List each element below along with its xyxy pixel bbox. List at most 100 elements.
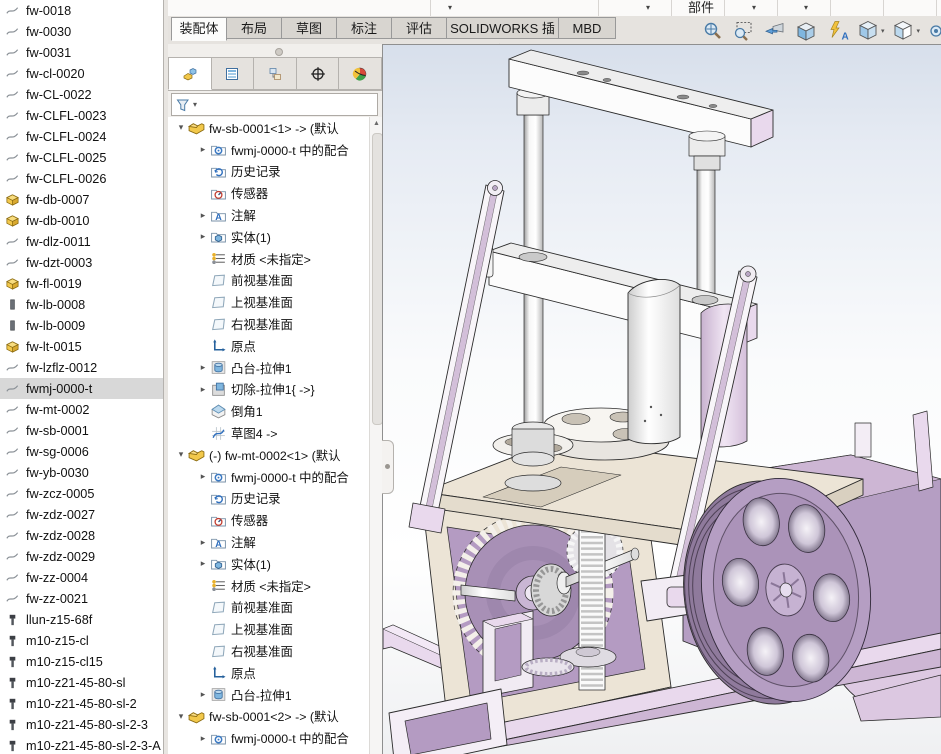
display-style-button[interactable]: ▾ <box>891 19 920 43</box>
file-list-item[interactable]: fw-db-0007 <box>0 189 163 210</box>
tree-item[interactable]: ▸fwmj-0000-t 中的配合 <box>168 727 369 749</box>
tree-item[interactable]: 历史记录 <box>168 488 369 510</box>
tree-item[interactable]: ▸实体(1) <box>168 226 369 248</box>
displaymanager-tab[interactable] <box>339 57 382 90</box>
tree-item[interactable]: 历史记录 <box>168 161 369 183</box>
assembly-model[interactable] <box>383 45 941 754</box>
tree-item[interactable]: ▸切除-拉伸1{ ->} <box>168 379 369 401</box>
expand-arrow[interactable]: ▾ <box>174 449 188 460</box>
command-tab-4[interactable]: 标注 <box>337 17 392 39</box>
dropdown-arrow[interactable]: ▾ <box>752 3 756 12</box>
file-list-item[interactable]: fw-CLFL-0024 <box>0 126 163 147</box>
tree-item[interactable]: 前视基准面 <box>168 270 369 292</box>
tree-item[interactable]: 材质 <未指定> <box>168 575 369 597</box>
file-list-item[interactable]: fw-zz-0021 <box>0 588 163 609</box>
graphics-viewport[interactable] <box>382 44 941 754</box>
tree-scrollbar[interactable]: ▲ <box>369 117 383 754</box>
expand-arrow[interactable]: ▸ <box>196 231 210 242</box>
panel-splitter-strip[interactable] <box>168 44 382 57</box>
file-list-item[interactable]: fw-sb-0001 <box>0 420 163 441</box>
file-list-item[interactable]: m10-z15-cl <box>0 630 163 651</box>
tree-item[interactable]: 右视基准面 <box>168 313 369 335</box>
tree-item[interactable]: ▾fw-sb-0001<2> -> (默认 <box>168 706 369 728</box>
filter-funnel-icon[interactable] <box>175 97 191 113</box>
command-tab-7[interactable]: MBD <box>559 17 616 39</box>
expand-arrow[interactable]: ▾ <box>174 122 188 133</box>
tree-item[interactable]: ▸fwmj-0000-t 中的配合 <box>168 466 369 488</box>
file-list-item[interactable]: fw-cl-0020 <box>0 63 163 84</box>
tree-item[interactable]: 草图4 -> <box>168 422 369 444</box>
dropdown-arrow[interactable]: ▾ <box>804 3 808 12</box>
zoom-to-fit-button[interactable] <box>701 19 725 43</box>
expand-arrow[interactable]: ▸ <box>196 210 210 221</box>
tree-item[interactable]: 材质 <未指定> <box>168 248 369 270</box>
tree-item[interactable]: ▸A注解 <box>168 531 369 553</box>
tree-item[interactable]: ▸A注解 <box>168 204 369 226</box>
expand-arrow[interactable]: ▾ <box>174 711 188 722</box>
expand-arrow[interactable]: ▸ <box>196 471 210 482</box>
previous-view-button[interactable] <box>763 19 787 43</box>
file-list-item[interactable]: fw-db-0010 <box>0 210 163 231</box>
tree-item[interactable]: 上视基准面 <box>168 618 369 640</box>
file-list-item[interactable]: fw-lt-0015 <box>0 336 163 357</box>
dropdown-arrow[interactable]: ▾ <box>881 27 885 35</box>
command-tab-3[interactable]: 草图 <box>282 17 337 39</box>
expand-arrow[interactable]: ▸ <box>196 558 210 569</box>
filter-dropdown-arrow[interactable]: ▾ <box>193 100 197 109</box>
dropdown-arrow[interactable]: ▾ <box>448 3 452 12</box>
file-list-item[interactable]: m10-z21-45-80-sl-2 <box>0 693 163 714</box>
command-tab-5[interactable]: 评估 <box>392 17 447 39</box>
file-list-item[interactable]: fw-lb-0008 <box>0 294 163 315</box>
file-list-item[interactable]: fw-zz-0004 <box>0 567 163 588</box>
tree-item[interactable]: ▾(-) fw-mt-0002<1> (默认 <box>168 444 369 466</box>
hide-show-items-button[interactable] <box>927 19 941 43</box>
file-list-item[interactable]: fw-dzt-0003 <box>0 252 163 273</box>
expand-arrow[interactable]: ▸ <box>196 362 210 373</box>
file-list-item[interactable]: fw-zdz-0027 <box>0 504 163 525</box>
file-list-item[interactable]: fw-fl-0019 <box>0 273 163 294</box>
expand-arrow[interactable]: ▸ <box>196 537 210 548</box>
dropdown-arrow[interactable]: ▾ <box>646 3 650 12</box>
file-list-item[interactable]: fw-yb-0030 <box>0 462 163 483</box>
tree-item[interactable]: ▸凸台-拉伸1 <box>168 357 369 379</box>
file-list-item[interactable]: m10-z21-45-80-sl <box>0 672 163 693</box>
file-list-item[interactable]: fw-sg-0006 <box>0 441 163 462</box>
file-list-item[interactable]: fw-CLFL-0025 <box>0 147 163 168</box>
file-list-item[interactable]: fw-0018 <box>0 0 163 21</box>
machine-bracket-stand[interactable] <box>483 611 533 697</box>
tree-item[interactable]: ▸fwmj-0000-t 中的配合 <box>168 139 369 161</box>
file-list-item[interactable]: llun-z15-68f <box>0 609 163 630</box>
file-list-item[interactable]: fw-dlz-0011 <box>0 231 163 252</box>
tree-item[interactable]: 传感器 <box>168 182 369 204</box>
file-list-item[interactable]: m10-z21-45-80-sl-2-3 <box>0 714 163 735</box>
zoom-to-area-button[interactable] <box>732 19 756 43</box>
tree-item[interactable]: 倒角1 <box>168 400 369 422</box>
tree-item[interactable]: 上视基准面 <box>168 291 369 313</box>
expand-arrow[interactable]: ▸ <box>196 733 210 744</box>
expand-arrow[interactable]: ▸ <box>196 144 210 155</box>
file-list-item[interactable]: m10-z21-45-80-sl-2-3-A <box>0 735 163 754</box>
component-button-label[interactable]: 部件 <box>688 0 714 16</box>
tree-item[interactable]: ▸凸台-拉伸1 <box>168 684 369 706</box>
file-list-item[interactable]: fw-0031 <box>0 42 163 63</box>
dimxpertmanager-tab[interactable] <box>297 57 340 90</box>
hide-show-annotations-button[interactable]: A <box>825 19 849 43</box>
file-list-item[interactable]: fw-zdz-0028 <box>0 525 163 546</box>
command-tab-1[interactable]: 装配体 <box>171 17 227 41</box>
file-list-item[interactable]: fw-mt-0002 <box>0 399 163 420</box>
tree-item[interactable]: ▾fw-sb-0001<1> -> (默认 <box>168 117 369 139</box>
tree-filter-input[interactable]: ▾ <box>171 93 378 116</box>
tree-item[interactable]: 前视基准面 <box>168 597 369 619</box>
panel-splitter-handle[interactable] <box>382 440 394 494</box>
dropdown-arrow[interactable]: ▾ <box>916 27 920 35</box>
file-list-item[interactable]: fw-zcz-0005 <box>0 483 163 504</box>
section-view-button[interactable] <box>794 19 818 43</box>
tree-item[interactable]: 传感器 <box>168 509 369 531</box>
file-list-item[interactable]: fw-lb-0009 <box>0 315 163 336</box>
file-list-item[interactable]: m10-z15-cl15 <box>0 651 163 672</box>
file-list-panel[interactable]: fw-0018fw-0030fw-0031fw-cl-0020fw-CL-002… <box>0 0 164 754</box>
tree-item[interactable]: 原点 <box>168 662 369 684</box>
tree-item[interactable]: 右视基准面 <box>168 640 369 662</box>
file-list-item[interactable]: fw-0030 <box>0 21 163 42</box>
tree-item[interactable]: ▸实体(1) <box>168 553 369 575</box>
